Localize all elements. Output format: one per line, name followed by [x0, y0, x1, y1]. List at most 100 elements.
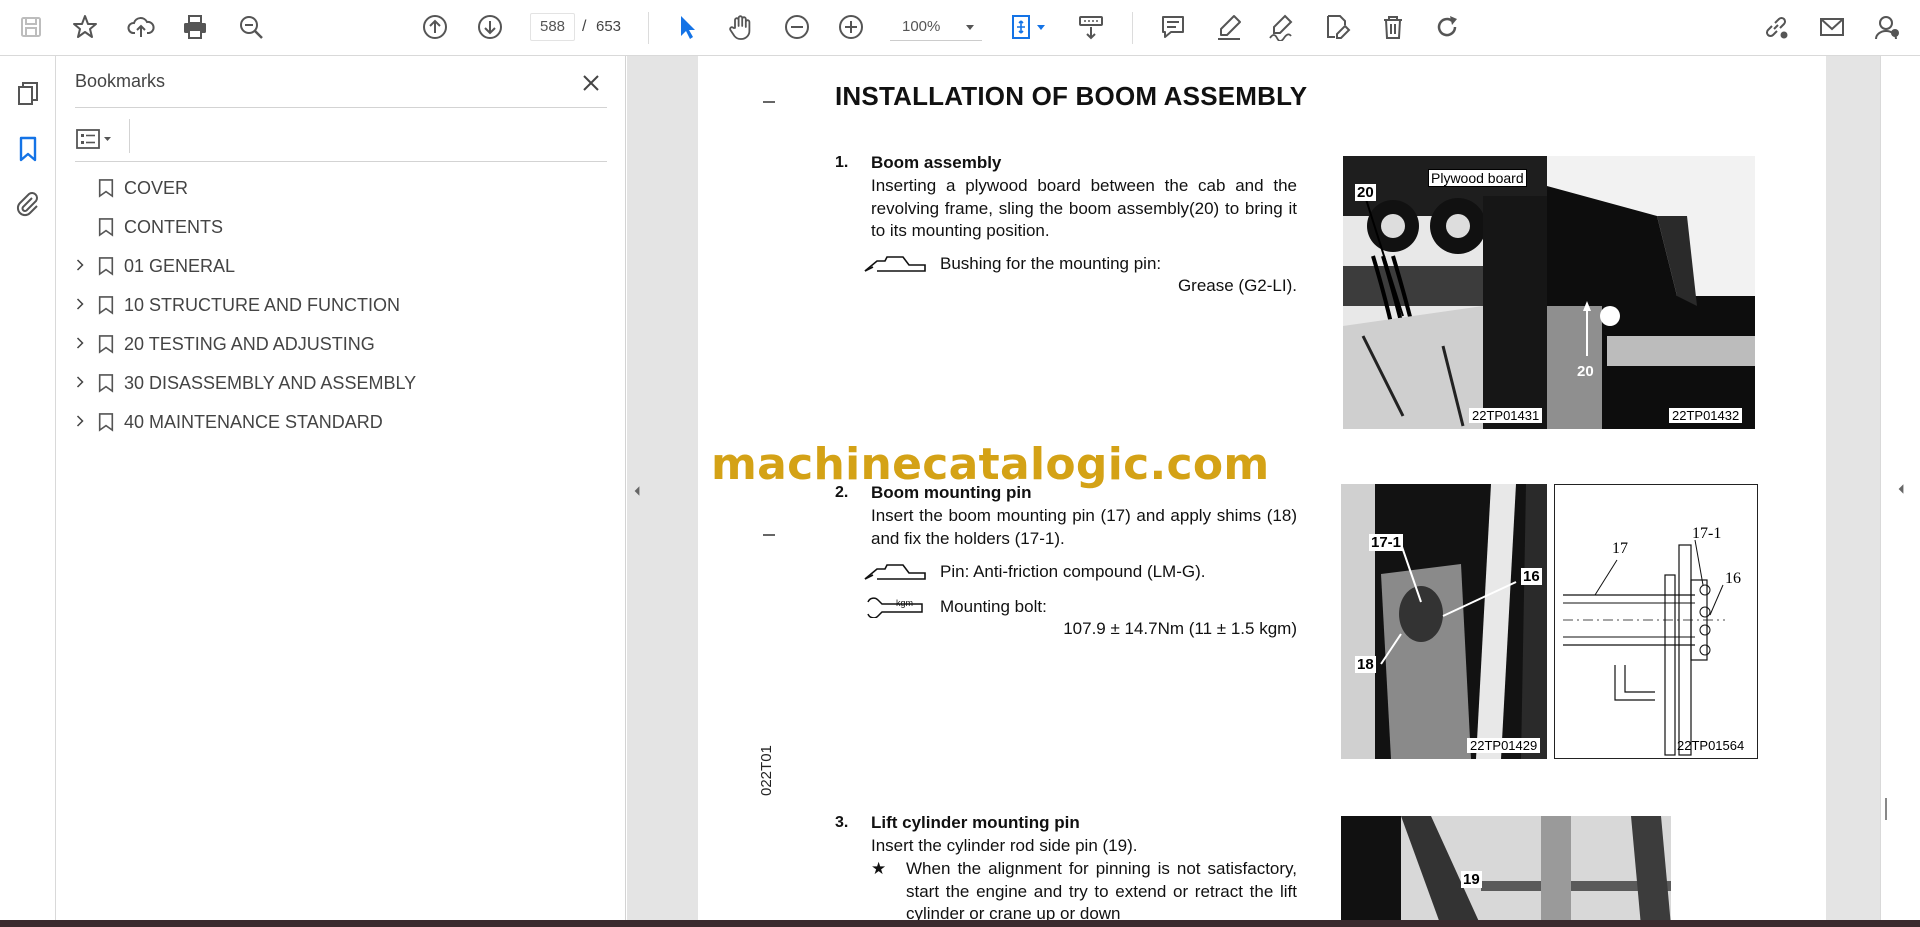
section-body: Insert the cylinder rod side pin (19).	[871, 836, 1138, 855]
chevron-right-icon[interactable]	[72, 335, 88, 351]
main-toolbar: 588 / 653 100%	[0, 0, 1920, 56]
sign-icon[interactable]	[1264, 10, 1298, 44]
zoom-in-icon[interactable]	[834, 10, 868, 44]
photo-boom-assembly-right: 20 22TP01432	[1547, 156, 1755, 429]
photo-boom-mounting-pin: 17-1 16 18 22TP01429	[1341, 484, 1547, 759]
page-total: 653	[596, 18, 622, 35]
bookmark-list: COVER CONTENTS 01 GENERAL 10 STRUCTURE A…	[56, 168, 626, 441]
bookmark-item-testing[interactable]: 20 TESTING AND ADJUSTING	[56, 324, 626, 363]
callout-plywood-board: Plywood board	[1428, 169, 1527, 187]
section-number: 3.	[835, 814, 849, 831]
right-panel-rail	[1880, 56, 1920, 927]
section-body: Inserting a plywood board between the ca…	[871, 176, 1297, 240]
section-body: Insert the boom mounting pin (17) and ap…	[871, 506, 1297, 548]
callout-label: 17-1	[1369, 534, 1404, 551]
bookmark-item-maintenance[interactable]: 40 MAINTENANCE STANDARD	[56, 402, 626, 441]
bookmark-item-structure[interactable]: 10 STRUCTURE AND FUNCTION	[56, 285, 626, 324]
section-heading: Boom assembly	[871, 153, 1002, 172]
section-heading: Lift cylinder mounting pin	[871, 813, 1080, 832]
grease-gun-icon	[864, 564, 926, 580]
bookmarks-panel-icon[interactable]	[10, 131, 46, 167]
bookmark-label: CONTENTS	[124, 217, 223, 237]
zoom-select[interactable]: 100%	[890, 13, 982, 41]
chevron-right-icon[interactable]	[72, 413, 88, 429]
toolbar-divider	[648, 12, 649, 44]
rotate-icon[interactable]	[1430, 10, 1464, 44]
bookmark-options-button[interactable]	[75, 122, 125, 156]
bookmark-item-contents[interactable]: CONTENTS	[56, 207, 626, 246]
page-number-input[interactable]: 588	[530, 13, 575, 41]
hand-icon[interactable]	[724, 10, 758, 44]
diagram-label: 17	[1612, 540, 1628, 557]
bookmarks-panel: Bookmarks COVER CONTENTS 01 GENERAL 10 S…	[56, 56, 626, 927]
zoom-out-icon[interactable]	[780, 10, 814, 44]
bookmark-label: 01 GENERAL	[124, 256, 236, 276]
delete-icon[interactable]	[1376, 10, 1410, 44]
torque-value: 107.9 ± 14.7Nm (11 ± 1.5 kgm)	[1063, 619, 1297, 638]
fit-page-icon[interactable]	[1004, 10, 1054, 44]
fill-sign-icon[interactable]	[1320, 10, 1354, 44]
bookmark-item-disassembly[interactable]: 30 DISASSEMBLY AND ASSEMBLY	[56, 363, 626, 402]
bookmark-item-general[interactable]: 01 GENERAL	[56, 246, 626, 285]
select-arrow-icon[interactable]	[670, 10, 704, 44]
chevron-down-icon	[966, 25, 974, 30]
photo-caption: 22TP01429	[1467, 738, 1541, 753]
diagram-label: 17-1	[1692, 525, 1722, 542]
photo-lift-cylinder: 19	[1341, 816, 1736, 920]
document-viewport[interactable]: INSTALLATION OF BOOM ASSEMBLY 1. Boom as…	[627, 56, 1880, 920]
account-icon[interactable]	[1870, 10, 1904, 44]
section-note: When the alignment for pinning is not sa…	[906, 859, 1297, 920]
chevron-right-icon[interactable]	[72, 257, 88, 273]
collapse-left-panel-icon[interactable]	[631, 471, 643, 511]
page-up-icon[interactable]	[418, 10, 452, 44]
close-icon[interactable]	[576, 68, 606, 98]
bookmark-icon	[96, 294, 116, 316]
bookmarks-panel-title: Bookmarks	[75, 71, 166, 91]
section-number: 1.	[835, 154, 849, 171]
comment-icon[interactable]	[1156, 10, 1190, 44]
callout-label: 20	[1355, 184, 1376, 201]
highlight-icon[interactable]	[1212, 10, 1246, 44]
page-mark	[763, 101, 775, 103]
star-icon: ★	[871, 859, 887, 878]
page-mark	[763, 534, 775, 536]
zoom-search-icon[interactable]	[234, 10, 268, 44]
bookmark-item-cover[interactable]: COVER	[56, 168, 626, 207]
bookmark-star-icon[interactable]	[68, 10, 102, 44]
chevron-right-icon[interactable]	[72, 374, 88, 390]
photo-caption: 22TP01431	[1469, 408, 1543, 423]
page-down-icon[interactable]	[473, 10, 507, 44]
pdf-viewer-app: 588 / 653 100% Bookmarks COVER CONTENTS …	[0, 0, 1920, 927]
toolbar-divider	[1132, 12, 1133, 44]
bookmark-label: COVER	[124, 178, 189, 198]
upload-icon[interactable]	[124, 10, 158, 44]
expand-right-panel-icon[interactable]	[1895, 469, 1907, 509]
page-separator: /	[582, 18, 587, 35]
photo-caption: 22TP01432	[1669, 408, 1743, 423]
side-code: 022T01	[758, 745, 775, 796]
scroll-mode-icon[interactable]	[1074, 10, 1108, 44]
bookmark-label: 40 MAINTENANCE STANDARD	[124, 412, 383, 432]
bookmark-icon	[96, 177, 116, 199]
divider	[75, 161, 607, 162]
list-options-icon	[76, 129, 111, 149]
share-link-icon[interactable]	[1759, 10, 1793, 44]
bookmark-icon	[96, 255, 116, 277]
diagram-pin-assembly: 17 17-1 16 22TP01564	[1554, 484, 1758, 759]
page-thumbnails-icon[interactable]	[10, 76, 46, 112]
page-title: INSTALLATION OF BOOM ASSEMBLY	[835, 81, 1308, 111]
save-icon[interactable]	[14, 10, 48, 44]
zoom-value: 100%	[902, 18, 941, 35]
bookmark-label: 30 DISASSEMBLY AND ASSEMBLY	[124, 373, 417, 393]
bookmark-icon	[96, 372, 116, 394]
email-icon[interactable]	[1815, 10, 1849, 44]
scrollbar-thumb[interactable]	[1885, 798, 1887, 820]
divider	[75, 107, 607, 108]
chevron-right-icon[interactable]	[72, 296, 88, 312]
callout-label: 16	[1521, 568, 1542, 585]
attachments-icon[interactable]	[10, 186, 46, 222]
section-number: 2.	[835, 484, 849, 501]
window-bottom-edge	[0, 920, 1920, 927]
print-icon[interactable]	[178, 10, 212, 44]
torque-label: Mounting bolt:	[940, 597, 1047, 616]
